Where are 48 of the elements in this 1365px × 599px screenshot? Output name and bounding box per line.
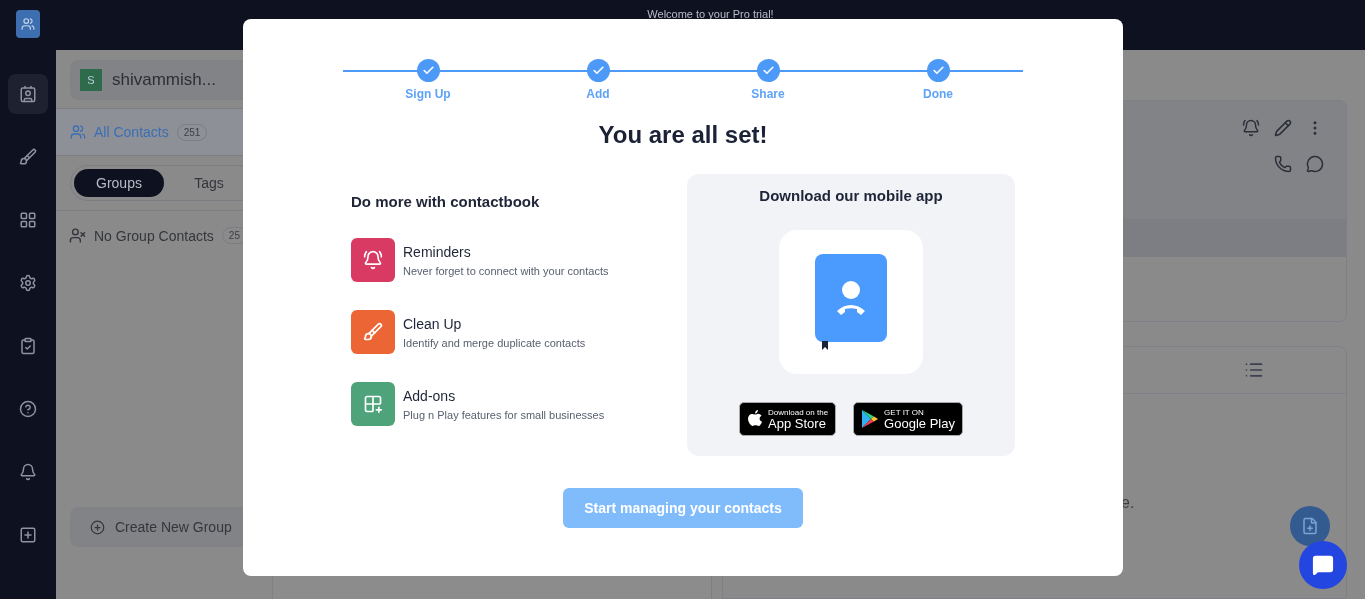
feature-title: Reminders — [403, 243, 472, 260]
all-contacts-label: All Contacts — [94, 124, 169, 140]
step-label: Done — [923, 87, 953, 101]
edit-icon[interactable] — [1274, 119, 1292, 137]
store-badge[interactable]: GET IT ON Google Play — [853, 402, 963, 436]
file-plus-icon — [1301, 517, 1319, 535]
phone-icon[interactable] — [1274, 155, 1292, 173]
grid-icon[interactable] — [19, 211, 37, 229]
workspace-avatar: S — [80, 69, 102, 91]
bell-icon[interactable] — [19, 463, 37, 481]
help-icon[interactable] — [19, 400, 37, 418]
plus-square-icon[interactable] — [19, 526, 37, 544]
people-icon — [70, 124, 86, 140]
badge-store-name: App Store — [768, 416, 827, 430]
feature-title: Clean Up — [403, 315, 463, 332]
download-title: Download our mobile app — [759, 187, 943, 204]
segment-tab[interactable]: Groups — [74, 169, 164, 197]
badge-caption: GET IT ON — [884, 408, 925, 417]
feature-title: Add-ons — [403, 387, 457, 404]
dialog-title: You are all set! — [598, 121, 768, 149]
step-label: Sign Up — [405, 87, 451, 101]
feature-description: Plug n Play features for small businesses — [403, 408, 605, 421]
workspace-name: shivammish... — [112, 70, 216, 90]
features-heading: Do more with contactbook — [351, 193, 541, 210]
chat-button[interactable] — [1299, 541, 1347, 589]
badge-store-name: Google Play — [884, 416, 955, 430]
feature-description: Identify and merge duplicate contacts — [403, 336, 586, 349]
list-icon[interactable] — [1244, 360, 1264, 380]
group-label: No Group Contacts — [94, 227, 214, 244]
bell-icon[interactable] — [1242, 119, 1260, 137]
plus-icon — [90, 519, 105, 535]
chat-bubble-icon[interactable] — [1306, 155, 1324, 173]
store-badge[interactable]: Download on the App Store — [739, 402, 837, 436]
app-icon — [779, 230, 923, 374]
step-label: Add — [586, 87, 610, 101]
settings-icon[interactable] — [19, 274, 37, 292]
play-icon — [861, 409, 880, 429]
step-label: Share — [751, 87, 785, 101]
no-group-icon — [69, 227, 86, 244]
checklist-icon[interactable] — [19, 337, 37, 355]
contact-card-icon[interactable] — [19, 85, 37, 103]
nav-item[interactable] — [8, 74, 48, 114]
feature-description: Never forget to connect with your contacts — [403, 264, 609, 277]
badge-caption: Download on the — [768, 408, 829, 417]
trial-banner-text: Welcome to your Pro trial! — [647, 8, 774, 20]
apple-icon — [747, 410, 764, 428]
brush-icon[interactable] — [19, 148, 37, 166]
chat-icon — [1312, 554, 1334, 576]
